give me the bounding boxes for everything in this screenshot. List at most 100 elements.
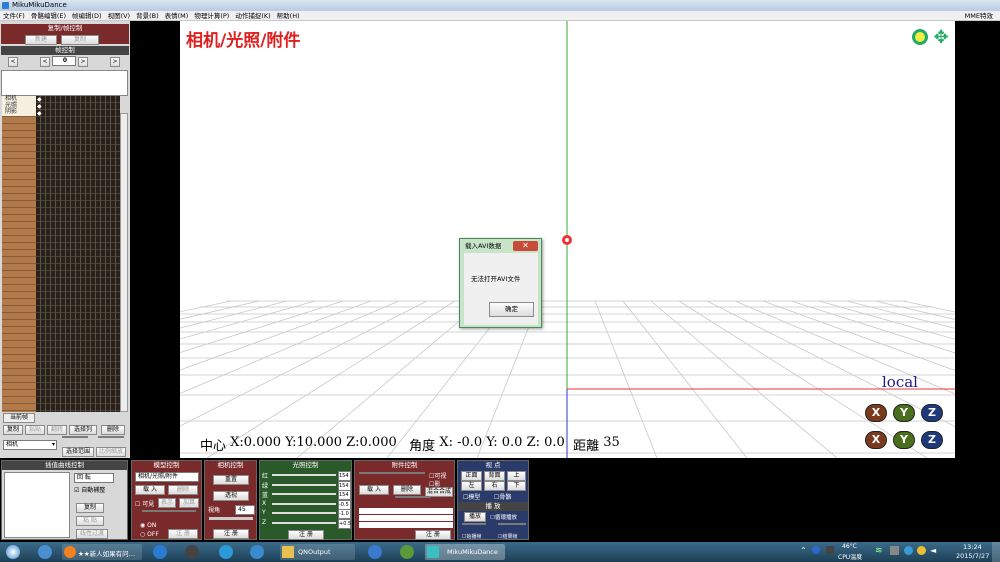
range-from-input[interactable] — [62, 436, 88, 438]
next-key-button[interactable]: > — [110, 57, 120, 67]
3d-viewport[interactable]: 相机/光照/附件 ✥ local X Y Z X Y Z 中心 X:0.000 … — [180, 21, 955, 458]
app-launcher-icon[interactable] — [38, 545, 52, 559]
copy-top-button[interactable]: 复制 — [61, 35, 99, 45]
light-param-slider[interactable] — [272, 483, 336, 486]
start-icon[interactable] — [6, 545, 20, 559]
view-model-checkbox[interactable]: ☐模型 — [463, 492, 480, 501]
view-front-button[interactable]: 正面 — [461, 471, 482, 481]
ratio-scale-button[interactable]: 比例缩放 — [96, 447, 126, 457]
track-shadow[interactable]: 阴影 — [2, 108, 36, 116]
wifi-icon[interactable]: ≋ — [875, 546, 885, 556]
model-load-button[interactable]: 载 入 — [135, 485, 165, 495]
copy-button[interactable]: 复制 — [3, 425, 23, 435]
acc-delete-button[interactable]: 删除 — [393, 485, 421, 495]
off-radio[interactable]: ○ OFF — [140, 531, 159, 538]
play-button[interactable]: 播放 — [464, 512, 486, 522]
model-select[interactable]: 相机/光照/附件 — [135, 472, 199, 482]
timeline-grid[interactable]: ◆ ◆ ◆ — [36, 96, 120, 412]
rotate-x-icon[interactable]: X — [865, 404, 887, 422]
keyframe-marker[interactable]: ◆ — [37, 110, 42, 117]
prev-frame-button[interactable]: < — [40, 57, 50, 67]
view-right-button[interactable]: 右 — [484, 481, 505, 491]
timeline-scrollbar[interactable] — [120, 113, 128, 412]
flip-button[interactable]: 翻转 — [47, 425, 67, 435]
auto-fix-checkbox[interactable]: ☑ 自動補整 — [74, 485, 105, 494]
interpolation-curve[interactable] — [4, 472, 70, 538]
add-button[interactable]: 加算 — [179, 498, 199, 508]
light-param-slider[interactable] — [272, 521, 336, 524]
volume-icon[interactable]: ◄ — [930, 546, 936, 555]
to-frame-checkbox[interactable]: ☐结果帧 — [498, 533, 518, 540]
light-param-value[interactable]: 154 — [338, 490, 351, 500]
taskbar-item-mmd[interactable]: MikuMikuDance — [425, 544, 505, 560]
light-param-slider[interactable] — [272, 493, 336, 495]
taskbar-item-browser[interactable]: ★★新人如果有问… — [62, 544, 142, 560]
rotate-select[interactable]: 回 転 — [74, 473, 114, 483]
acc-bone-select[interactable] — [395, 496, 431, 498]
tray-blue-icon[interactable] — [904, 546, 913, 555]
app-icon-blue[interactable] — [368, 545, 382, 559]
network-app-icon[interactable] — [250, 545, 264, 559]
menu-file[interactable]: 文件(F) — [0, 11, 28, 20]
light-param-value[interactable]: 154 — [338, 471, 351, 481]
frame-number-input[interactable]: 0 — [52, 56, 76, 66]
move-icon[interactable]: ✥ — [932, 29, 950, 47]
bone-select[interactable] — [142, 510, 196, 512]
move-y-icon[interactable]: Y — [893, 431, 915, 449]
rotate-z-icon[interactable]: Z — [921, 404, 943, 422]
paste-button[interactable]: 粘贴 — [25, 425, 45, 435]
view-bottom-button[interactable]: 下 — [507, 481, 526, 491]
prev-key-button[interactable]: < — [8, 57, 18, 67]
menu-bone-edit[interactable]: 骨骼编辑(E) — [28, 11, 69, 20]
light-param-value[interactable]: -1.0 — [338, 509, 351, 519]
fov-slider[interactable] — [209, 517, 253, 520]
acc-load-button[interactable]: 载 入 — [359, 485, 389, 495]
camera-register-button[interactable]: 注 册 — [213, 529, 249, 539]
play-to-input[interactable] — [498, 523, 526, 525]
display-button[interactable]: 表示 — [158, 498, 176, 508]
view-bone-checkbox[interactable]: ☐骨骼 — [494, 492, 511, 501]
menu-view[interactable]: 视图(V) — [105, 11, 134, 20]
interp-paste-button[interactable]: 粘 贴 — [76, 516, 104, 526]
play-from-input[interactable] — [462, 523, 486, 525]
close-icon[interactable]: ✕ — [513, 241, 538, 251]
tray-yellow-icon[interactable] — [917, 546, 926, 555]
interp-copy-button[interactable]: 复制 — [76, 503, 104, 513]
light-param-slider[interactable] — [272, 502, 336, 505]
help-tray-icon[interactable] — [812, 546, 820, 554]
zoom-icon[interactable] — [912, 29, 928, 45]
light-register-button[interactable]: 注 册 — [288, 530, 324, 540]
model-register-button[interactable]: 注 册 — [168, 529, 198, 539]
k-app-icon[interactable] — [153, 545, 167, 559]
on-radio[interactable]: ◉ ON — [140, 522, 156, 529]
visible-checkbox[interactable]: ☐ 可見 — [135, 499, 154, 508]
view-back-button[interactable]: 背面 — [484, 471, 505, 481]
next-frame-button[interactable]: > — [78, 57, 88, 67]
camera-reset-button[interactable]: 重置 — [213, 475, 249, 485]
delete-button[interactable]: 删除 — [101, 425, 125, 435]
tray-up-icon[interactable]: ⌃ — [800, 546, 807, 555]
local-mode-label[interactable]: local — [882, 373, 918, 391]
select-column-button[interactable]: 选择列 — [69, 425, 97, 435]
display-tray-icon[interactable] — [890, 546, 899, 555]
view-top-button[interactable]: 上 — [507, 471, 526, 481]
range-to-input[interactable] — [98, 436, 124, 438]
menu-expression[interactable]: 表情(M) — [162, 11, 192, 20]
menu-background[interactable]: 背景(B) — [133, 11, 162, 20]
menu-help[interactable]: 帮助(H) — [274, 11, 303, 20]
move-x-icon[interactable]: X — [865, 431, 887, 449]
view-left-button[interactable]: 左 — [461, 481, 482, 491]
light-param-value[interactable]: +0.5 — [338, 518, 351, 529]
acc-transform-fields[interactable] — [359, 508, 453, 528]
keyframe-marker[interactable]: ◆ — [37, 103, 42, 110]
accessory-select[interactable] — [359, 472, 425, 474]
keyframe-marker[interactable]: ◆ — [37, 96, 42, 103]
light-param-slider[interactable] — [272, 512, 336, 514]
fov-input[interactable]: 45 — [235, 505, 255, 515]
rotate-y-icon[interactable]: Y — [893, 404, 915, 422]
menu-physics[interactable]: 物理计算(P) — [191, 11, 232, 20]
media-player-icon[interactable] — [219, 545, 233, 559]
camera-select[interactable]: 相机 ▾ — [3, 440, 57, 450]
model-delete-button[interactable]: 删除 — [168, 485, 198, 495]
move-z-icon[interactable]: Z — [921, 431, 943, 449]
